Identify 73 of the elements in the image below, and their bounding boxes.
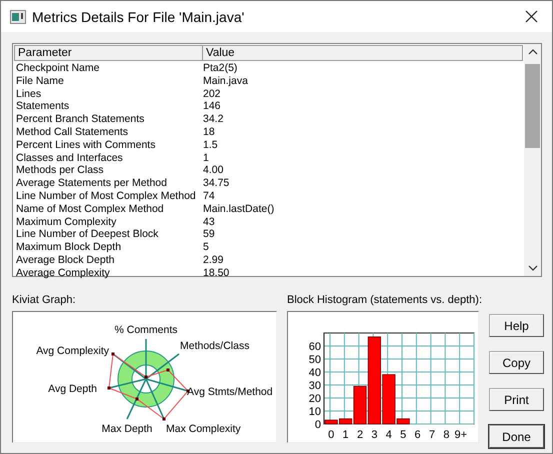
table-cell: 18.50 (202, 266, 230, 280)
tick-label: 0 (328, 429, 334, 441)
table-cell-text: Percent Lines with Comments (15, 138, 156, 152)
table-cell-text: Methods per Class (15, 164, 105, 178)
table-cell: 18 (202, 126, 215, 139)
table-cell-text: Average Block Depth (15, 254, 116, 267)
section-label: Block Histogram (statements vs. depth): (287, 293, 482, 307)
dialog-button[interactable]: Print (489, 388, 544, 411)
tick-label: 9+ (454, 429, 468, 441)
tick-label: 8 (443, 429, 450, 441)
tick-label: 4 (386, 429, 392, 441)
tick-label: 50 (308, 354, 321, 366)
axis-label: Avg Complexity (36, 345, 109, 357)
table-cell: 5 (202, 241, 209, 254)
table-cell-text: Statements (15, 100, 70, 114)
axis-label: Max Depth (102, 423, 152, 435)
table-cell: 74 (202, 190, 215, 203)
table-cell-text: Line Number of Deepest Block (15, 228, 160, 242)
table-cell-text: Maximum Block Depth (15, 241, 122, 254)
table-cell: 4.00 (202, 164, 224, 178)
table-cell-text: Lines (15, 88, 42, 100)
table-cell-text: Name of Most Complex Method (15, 202, 165, 216)
axis-label: % Comments (114, 324, 178, 336)
table-cell-text: Checkpoint Name (15, 62, 100, 75)
table-cell: Pta2(5) (202, 62, 238, 75)
table-cell-text: Line Number of Most Complex Method (15, 190, 197, 203)
tick-label: 7 (428, 429, 436, 441)
tick-label: 2 (356, 429, 364, 441)
table-cell: 43 (202, 216, 215, 228)
scroll-down-icon[interactable] (528, 264, 538, 272)
tick-label: 5 (400, 429, 406, 441)
table-cell: 34.75 (202, 177, 230, 190)
scroll-up-icon[interactable] (528, 48, 538, 56)
axis-label: Avg Stmts/Method (187, 386, 273, 398)
tick-label: 10 (308, 406, 321, 418)
window-title: Metrics Details For File 'Main.java' (32, 8, 246, 24)
table-cell-text: Maximum Complexity (15, 216, 118, 228)
tick-label: 30 (308, 380, 321, 392)
tick-label: 40 (308, 367, 321, 379)
column-header[interactable]: Value (203, 46, 235, 60)
table-cell-text: Average Complexity (15, 266, 111, 280)
section-label: Kiviat Graph: (12, 293, 76, 307)
table-cell-text: Percent Branch Statements (15, 113, 146, 126)
table-cell: 34.2 (202, 113, 224, 126)
axis-label: Avg Depth (48, 383, 97, 395)
table-cell: Main.java (202, 74, 248, 88)
tick-label: 20 (308, 393, 321, 405)
axis-label: Methods/Class (180, 340, 250, 352)
table-cell: 1.5 (202, 138, 218, 152)
tick-label: 6 (414, 429, 421, 441)
tick-label: 60 (308, 341, 321, 353)
column-header[interactable]: Parameter (15, 46, 203, 60)
dialog-button[interactable]: Done (489, 425, 544, 448)
table-cell-text: Classes and Interfaces (15, 152, 124, 164)
tick-label: 0 (314, 419, 321, 431)
app-icon (10, 10, 26, 24)
scrollbar[interactable] (524, 44, 541, 276)
tick-label: 1 (342, 429, 349, 441)
axis-label: Max Complexity (166, 423, 241, 435)
table-cell-text: Method Call Statements (15, 126, 130, 139)
table-cell: 2.99 (202, 254, 224, 267)
table-cell-text: File Name (15, 74, 65, 88)
tick-label: 3 (371, 429, 378, 441)
scroll-thumb[interactable] (525, 64, 540, 148)
table-cell: 202 (202, 88, 221, 100)
dialog-button[interactable]: Copy (489, 351, 544, 374)
table-cell: Main.lastDate() (202, 202, 274, 216)
table-cell-text: Average Statements per Method (15, 177, 168, 190)
table-cell: 146 (202, 100, 221, 114)
table-cell: 1 (202, 152, 209, 164)
dialog-button[interactable]: Help (489, 314, 544, 337)
close-icon[interactable] (525, 10, 538, 23)
table-cell: 59 (202, 228, 215, 242)
